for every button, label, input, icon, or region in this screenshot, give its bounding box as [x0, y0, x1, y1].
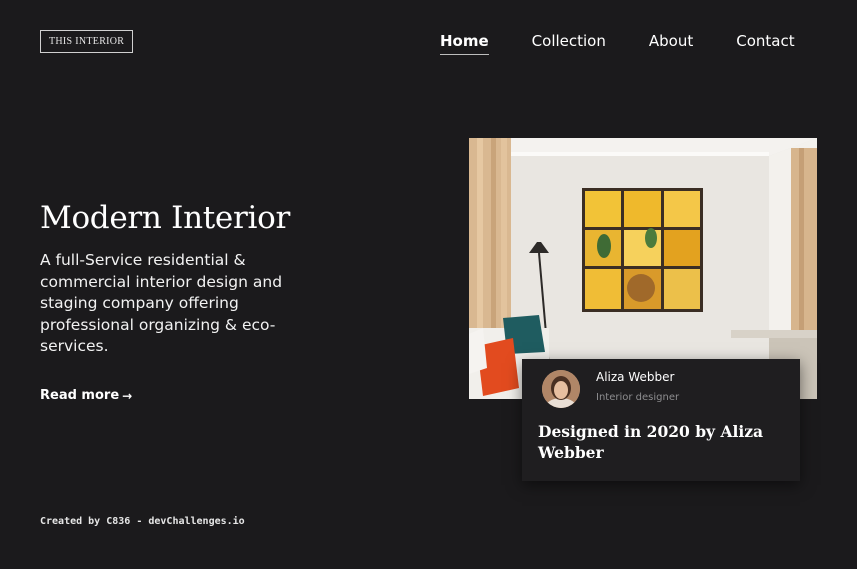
arrow-right-icon: → [122, 388, 133, 403]
designer-name: Aliza Webber [596, 370, 675, 384]
nav-about[interactable]: About [649, 32, 693, 50]
designer-card: Aliza Webber Interior designer Designed … [522, 359, 800, 481]
nav-collection[interactable]: Collection [532, 32, 606, 50]
card-headline: Designed in 2020 by Aliza Webber [538, 422, 764, 462]
read-more-label: Read more [40, 388, 120, 403]
designer-role: Interior designer [596, 392, 680, 403]
nav-contact[interactable]: Contact [736, 32, 794, 50]
nav-home[interactable]: Home [440, 32, 489, 55]
read-more-link[interactable]: Read more → [40, 388, 132, 403]
site-logo[interactable]: THIS INTERIOR [40, 30, 134, 53]
hero-title: Modern Interior [40, 200, 290, 236]
avatar [542, 370, 580, 408]
main-nav: Home Collection About Contact [440, 32, 795, 55]
footer-credit: Created by C836 - devChallenges.io [40, 516, 245, 527]
hero-description: A full-Service residential & commercial … [40, 251, 283, 355]
